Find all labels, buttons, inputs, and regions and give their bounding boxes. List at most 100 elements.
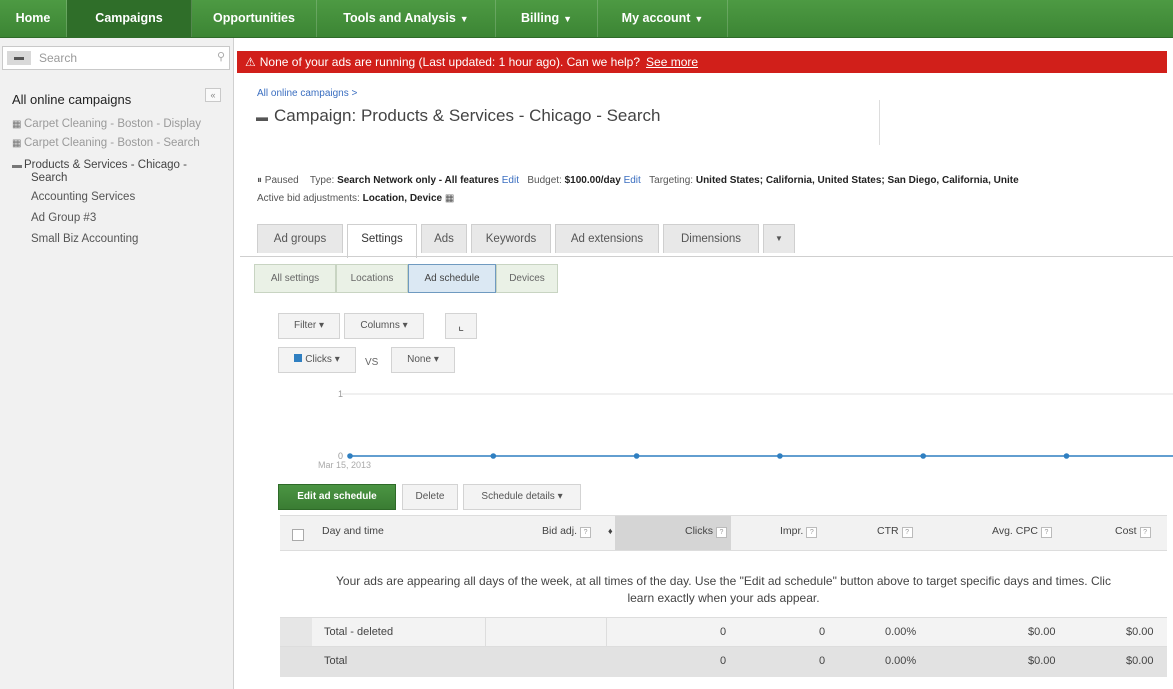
tab-ad-extensions[interactable]: Ad extensions	[555, 224, 659, 253]
bid-adjustments-row: Active bid adjustments: Location, Device…	[257, 193, 454, 204]
col-avg-cpc[interactable]: Avg. CPC?	[992, 516, 1052, 550]
metric2-dropdown[interactable]: None ▾	[391, 347, 455, 373]
subtab-locations[interactable]: Locations	[336, 264, 408, 293]
metric1-dropdown[interactable]: Clicks ▾	[278, 347, 356, 373]
filter-dropdown[interactable]: Filter ▾	[278, 313, 340, 339]
col-clicks[interactable]: Clicks?	[615, 516, 731, 550]
nav-campaigns[interactable]: Campaigns	[67, 0, 192, 37]
edit-ad-schedule-button[interactable]: Edit ad schedule	[278, 484, 396, 510]
targeting-value: United States; California, United States…	[695, 175, 1019, 186]
select-all-checkbox[interactable]	[292, 529, 304, 541]
tab-ad-groups[interactable]: Ad groups	[257, 224, 343, 253]
row-label: Total	[324, 655, 348, 667]
schedule-details-dropdown[interactable]: Schedule details ▾	[463, 484, 581, 510]
edit-budget-link[interactable]: Edit	[624, 175, 641, 186]
sidebar: ▬ Search ⚲ All online campaigns « ▦ Carpe…	[0, 38, 234, 689]
columns-dropdown[interactable]: Columns ▾	[344, 313, 424, 339]
help-icon[interactable]: ?	[580, 527, 592, 538]
type-value: Search Network only - All features	[337, 175, 499, 186]
page-title: ▬ Campaign: Products & Services - Chicago…	[256, 106, 660, 126]
tab-settings[interactable]: Settings	[347, 224, 417, 258]
sort-indicator-icon[interactable]: ♦	[608, 516, 613, 550]
col-bid-adj[interactable]: Bid adj.?	[542, 516, 592, 550]
breadcrumb[interactable]: All online campaigns >	[257, 88, 357, 99]
row-spacer	[280, 618, 312, 646]
series-color-swatch	[294, 354, 303, 362]
search-campaign-icon: ▦	[12, 138, 22, 149]
display-campaign-icon: ▦	[12, 119, 22, 130]
nav-my-account-label: My account	[621, 11, 691, 25]
subtab-ad-schedule[interactable]: Ad schedule	[408, 264, 496, 293]
help-icon[interactable]: ?	[716, 527, 727, 538]
chart-data-point	[1063, 453, 1070, 459]
top-navigation: Home Campaigns Opportunities Tools and A…	[0, 0, 1173, 38]
chart-data-point	[347, 453, 353, 459]
folder-icon[interactable]: ▬	[7, 51, 31, 65]
chart-data-point	[633, 453, 640, 459]
nav-campaigns-label: Campaigns	[95, 11, 163, 25]
sidebar-title[interactable]: All online campaigns	[12, 92, 131, 107]
chart-data-point	[777, 453, 783, 459]
sidebar-adgroup-item[interactable]: Accounting Services	[31, 191, 135, 203]
campaign-name: Products & Services - Chicago - Search	[360, 106, 661, 125]
help-icon[interactable]: ?	[806, 527, 818, 538]
help-icon[interactable]: ?	[901, 527, 913, 538]
ctr-cell: 0.00%	[885, 655, 917, 667]
col-impr-label: Impr.	[780, 525, 804, 537]
chart-data-point	[490, 453, 497, 459]
sidebar-adgroup-item[interactable]: Ad Group #3	[31, 212, 96, 224]
budget-value: $100.00/day	[564, 175, 621, 186]
nav-tools-and-analysis[interactable]: Tools and Analysis ▼	[317, 0, 496, 37]
tab-ads[interactable]: Ads	[421, 224, 467, 253]
subtab-all-settings[interactable]: All settings	[254, 264, 336, 293]
tabs-divider	[240, 256, 1173, 257]
cost-cell: $0.00	[1126, 626, 1154, 638]
col-day-and-time[interactable]: Day and time	[322, 516, 384, 550]
chevron-down-icon: ▼	[694, 14, 704, 24]
alert-text: None of your ads are running (Last updat…	[259, 55, 641, 69]
edit-type-link[interactable]: Edit	[502, 175, 519, 186]
nav-opportunities-label: Opportunities	[213, 11, 295, 25]
help-icon[interactable]: ?	[1040, 527, 1052, 538]
col-ctr[interactable]: CTR?	[877, 516, 913, 550]
table-row: Total - deleted 0 0 0.00% $0.00 $0.00	[280, 617, 1167, 646]
nav-billing-label: Billing	[520, 11, 560, 25]
col-ctr-label: CTR	[877, 525, 899, 537]
sidebar-search-input[interactable]: ▬ Search ⚲	[2, 46, 230, 70]
nav-billing[interactable]: Billing ▼	[496, 0, 598, 37]
clicks-cell: 0	[720, 655, 727, 667]
nav-opportunities[interactable]: Opportunities	[192, 0, 317, 37]
col-cost[interactable]: Cost?	[1115, 516, 1151, 550]
nav-home[interactable]: Home	[0, 0, 67, 37]
see-more-link[interactable]: See more	[646, 55, 698, 69]
ctr-cell: 0.00%	[885, 626, 917, 638]
campaign-label: Carpet Cleaning - Boston - Search	[24, 137, 200, 149]
nav-my-account[interactable]: My account ▼	[598, 0, 728, 37]
bid-value: Location, Device	[362, 193, 443, 204]
nav-home-label: Home	[15, 11, 51, 25]
campaign-prefix: Campaign:	[274, 106, 357, 125]
col-avg-cpc-label: Avg. CPC	[992, 525, 1038, 537]
table-icon[interactable]: ▦	[445, 193, 454, 204]
delete-button[interactable]: Delete	[402, 484, 458, 510]
collapse-sidebar-icon[interactable]: «	[205, 88, 221, 102]
more-tabs-dropdown[interactable]: ▼	[763, 224, 795, 253]
nav-tools-label: Tools and Analysis	[343, 11, 456, 25]
col-impr[interactable]: Impr.?	[780, 516, 818, 550]
sidebar-campaign-item-active[interactable]: ▬ Products & Services - Chicago - Search	[12, 159, 187, 185]
bid-adj-cell	[485, 618, 607, 646]
sidebar-adgroup-item[interactable]: Small Biz Accounting	[31, 233, 138, 245]
subtab-devices[interactable]: Devices	[496, 264, 558, 293]
sidebar-campaign-item[interactable]: ▦ Carpet Cleaning - Boston - Search	[12, 137, 200, 149]
tab-dimensions[interactable]: Dimensions	[663, 224, 759, 253]
tab-keywords[interactable]: Keywords	[471, 224, 551, 253]
status-state[interactable]: Paused	[265, 175, 299, 186]
performance-chart: 10Mar 15, 2013	[318, 389, 1173, 470]
metric1-label: Clicks ▾	[305, 354, 340, 365]
help-icon[interactable]: ?	[1139, 527, 1151, 538]
search-icon[interactable]: ⚲	[217, 50, 225, 63]
budget-label: Budget:	[527, 175, 562, 186]
sidebar-campaign-item[interactable]: ▦ Carpet Cleaning - Boston - Display	[12, 118, 201, 130]
chart-toggle-icon[interactable]: ⌞	[445, 313, 477, 339]
chart-data-point	[920, 453, 926, 459]
